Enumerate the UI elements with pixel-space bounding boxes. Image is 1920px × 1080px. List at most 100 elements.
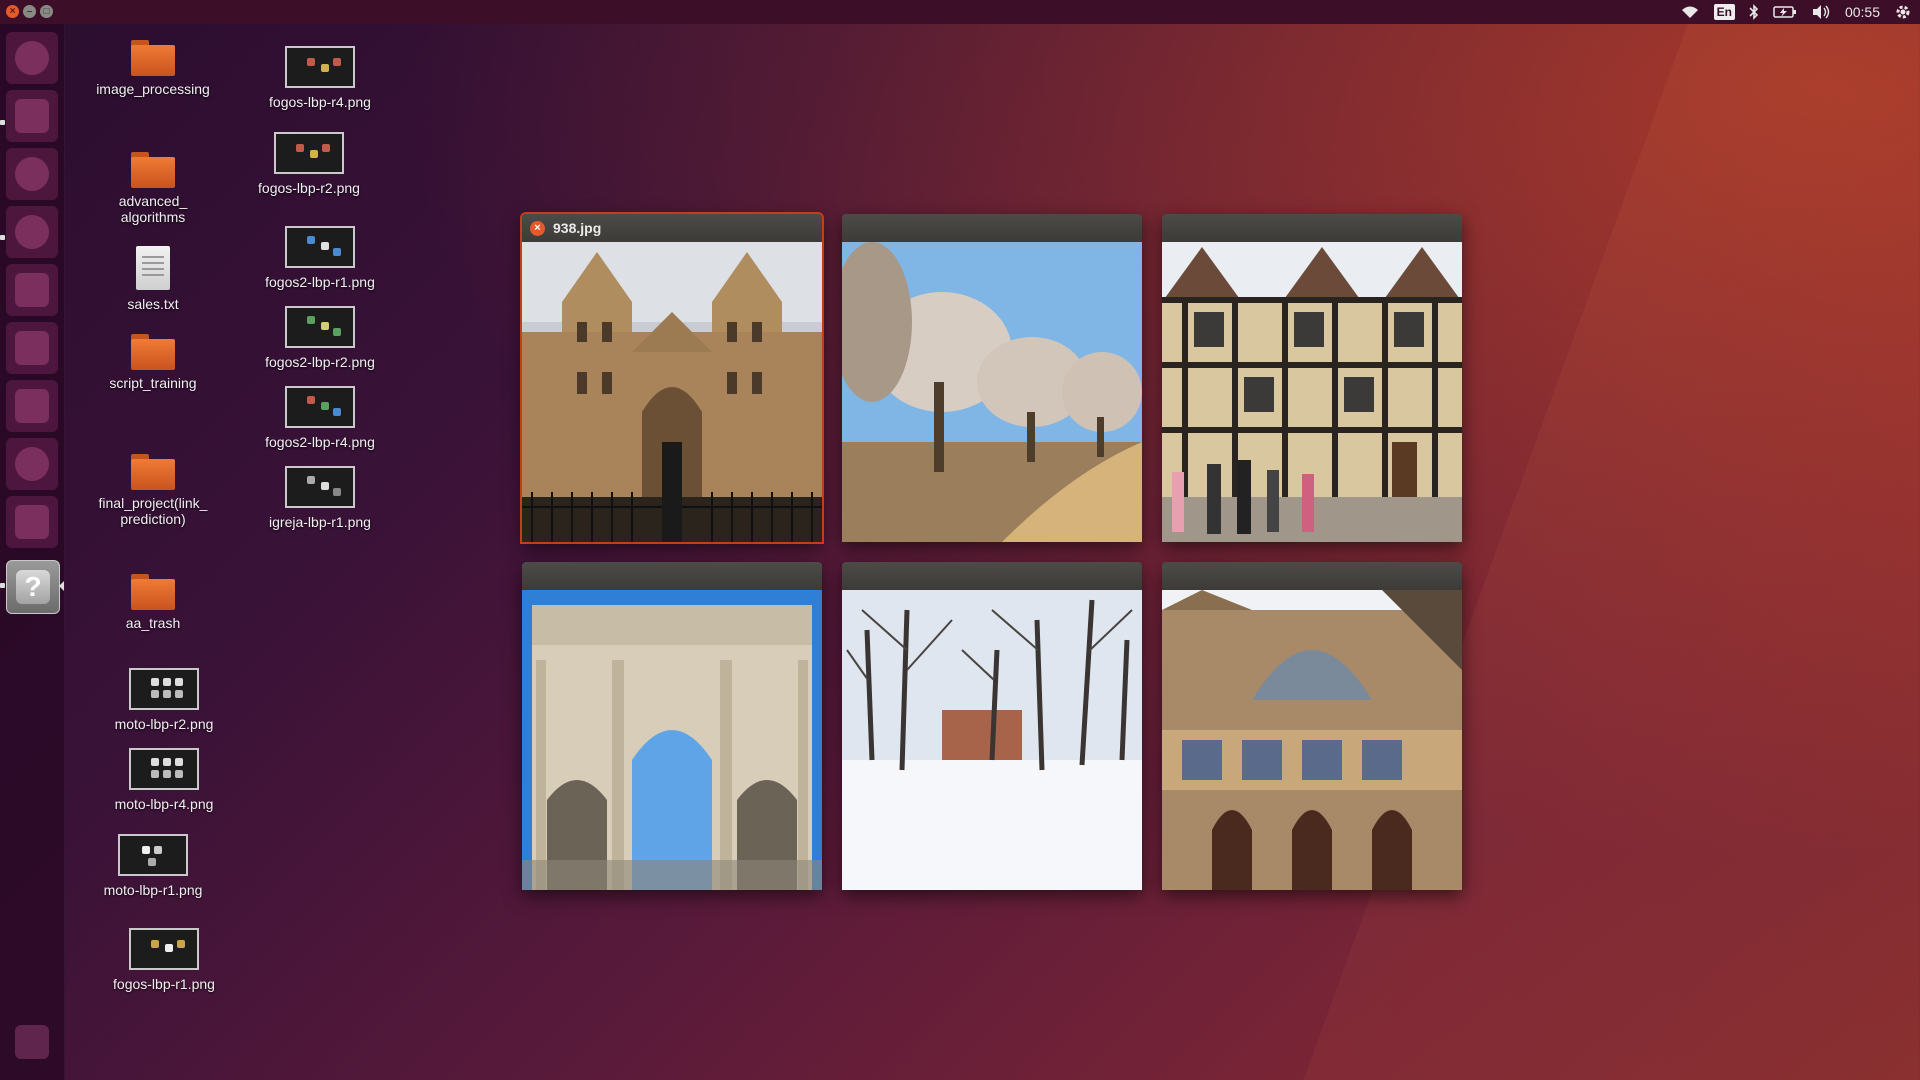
firefox-icon <box>15 215 49 249</box>
launcher-software-updater[interactable] <box>6 496 58 548</box>
launcher-trash[interactable] <box>6 1016 58 1068</box>
minimize-window-button[interactable]: – <box>23 5 36 18</box>
launcher-chromium[interactable] <box>6 148 58 200</box>
desktop-image-fogos-lbp-r1[interactable]: fogos-lbp-r1.png <box>89 928 239 992</box>
launcher-dash-home[interactable] <box>6 32 58 84</box>
clock[interactable]: 00:55 <box>1845 4 1880 20</box>
desktop-image-moto-lbp-r1[interactable]: moto-lbp-r1.png <box>78 834 228 898</box>
launcher-focus-arrow <box>59 581 64 591</box>
desktop-image-fogos2-lbp-r2[interactable]: fogos2-lbp-r2.png <box>245 306 395 370</box>
gear-icon <box>15 447 49 481</box>
image-thumbnail-icon <box>129 748 199 790</box>
image-thumbnail-icon <box>118 834 188 876</box>
launcher-running-pip <box>0 120 5 125</box>
battery-icon[interactable] <box>1773 5 1797 19</box>
top-panel: × – □ En 00:55 <box>0 0 1920 24</box>
window-titlebar <box>842 562 1142 590</box>
desktop-folder-advanced-algorithms[interactable]: advanced_ algorithms <box>78 152 228 225</box>
image-thumbnail-icon <box>285 306 355 348</box>
desktop-file-sales-txt[interactable]: sales.txt <box>78 246 228 312</box>
desktop-item-label: igreja-lbp-r1.png <box>269 514 371 530</box>
window-image-frosted-trees-desert <box>842 242 1142 542</box>
sublime-text-icon <box>15 273 49 307</box>
chromium-icon <box>15 157 49 191</box>
desktop-image-igreja-lbp-r1[interactable]: igreja-lbp-r1.png <box>245 466 395 530</box>
folder-icon <box>131 152 175 188</box>
desktop-item-label: moto-lbp-r1.png <box>103 882 203 898</box>
folder-icon <box>131 334 175 370</box>
window-image-tudor-house <box>1162 242 1462 542</box>
desktop-folder-image-processing[interactable]: image_processing <box>78 40 228 97</box>
window-titlebar <box>842 214 1142 242</box>
launcher-firefox[interactable] <box>6 206 58 258</box>
text-file-icon <box>136 246 170 290</box>
window-title: 938.jpg <box>553 220 602 236</box>
image-thumbnail-icon <box>129 668 199 710</box>
launcher-impress[interactable] <box>6 380 58 432</box>
desktop-item-label: fogos2-lbp-r2.png <box>265 354 375 370</box>
desktop-item-label: fogos2-lbp-r4.png <box>265 434 375 450</box>
spread-window-4[interactable] <box>522 562 822 890</box>
download-arrow-icon <box>15 505 49 539</box>
files-icon <box>15 99 49 133</box>
image-thumbnail-icon <box>285 46 355 88</box>
launcher: ? <box>0 24 65 1080</box>
spread-window-3[interactable] <box>1162 214 1462 542</box>
folder-icon <box>131 40 175 76</box>
spread-window-5[interactable] <box>842 562 1142 890</box>
spread-window-6[interactable] <box>1162 562 1462 890</box>
folder-icon <box>131 574 175 610</box>
desktop-folder-final-project[interactable]: final_project(link_ prediction) <box>78 454 228 527</box>
trash-icon <box>15 1025 49 1059</box>
folder-icon <box>131 454 175 490</box>
keyboard-layout-indicator[interactable]: En <box>1713 4 1735 20</box>
image-thumbnail-icon <box>274 132 344 174</box>
launcher-writer[interactable] <box>6 322 58 374</box>
desktop-item-label: fogos2-lbp-r1.png <box>265 274 375 290</box>
desktop-item-label: aa_trash <box>125 615 181 631</box>
desktop-folder-script-training[interactable]: script_training <box>78 334 228 391</box>
desktop-image-fogos2-lbp-r4[interactable]: fogos2-lbp-r4.png <box>245 386 395 450</box>
desktop-image-moto-lbp-r2[interactable]: moto-lbp-r2.png <box>89 668 239 732</box>
launcher-running-pip <box>0 235 5 240</box>
launcher-files[interactable] <box>6 90 58 142</box>
close-icon[interactable]: × <box>530 220 545 236</box>
launcher-system-settings[interactable] <box>6 438 58 490</box>
ubuntu-logo-icon <box>15 41 49 75</box>
spread-window-938-jpg[interactable]: × 938.jpg <box>522 214 822 542</box>
desktop-item-label: fogos-lbp-r2.png <box>258 180 360 196</box>
maximize-window-button[interactable]: □ <box>40 5 53 18</box>
close-window-button[interactable]: × <box>6 5 19 18</box>
desktop-image-fogos-lbp-r4[interactable]: fogos-lbp-r4.png <box>245 46 395 110</box>
session-gear-icon[interactable] <box>1894 3 1912 21</box>
window-titlebar: × 938.jpg <box>522 214 822 242</box>
desktop-folder-aa-trash[interactable]: aa_trash <box>78 574 228 631</box>
window-image-triumphal-arch <box>522 590 822 890</box>
launcher-running-pip <box>0 583 5 588</box>
desktop-item-label: moto-lbp-r2.png <box>114 716 214 732</box>
writer-icon <box>15 331 49 365</box>
window-image-cathedral-towers <box>522 242 822 542</box>
launcher-sublime-text[interactable] <box>6 264 58 316</box>
impress-icon <box>15 389 49 423</box>
window-titlebar <box>1162 214 1462 242</box>
wifi-icon[interactable] <box>1680 5 1700 19</box>
desktop-item-label: moto-lbp-r4.png <box>114 796 214 812</box>
desktop-item-label: advanced_ algorithms <box>118 193 188 225</box>
desktop-item-label: script_training <box>109 375 197 391</box>
launcher-help[interactable]: ? <box>6 560 60 614</box>
desktop-image-fogos2-lbp-r1[interactable]: fogos2-lbp-r1.png <box>245 226 395 290</box>
window-titlebar <box>1162 562 1462 590</box>
bluetooth-icon[interactable] <box>1749 4 1759 20</box>
indicator-area: En 00:55 <box>1680 0 1912 24</box>
image-thumbnail-icon <box>129 928 199 970</box>
desktop-item-label: image_processing <box>96 81 210 97</box>
desktop-image-fogos-lbp-r2[interactable]: fogos-lbp-r2.png <box>234 132 384 196</box>
image-thumbnail-icon <box>285 466 355 508</box>
desktop-item-label: sales.txt <box>127 296 179 312</box>
volume-icon[interactable] <box>1811 4 1831 20</box>
desktop-image-moto-lbp-r4[interactable]: moto-lbp-r4.png <box>89 748 239 812</box>
desktop-item-label: final_project(link_ prediction) <box>98 495 208 527</box>
desktop-item-label: fogos-lbp-r4.png <box>269 94 371 110</box>
spread-window-2[interactable] <box>842 214 1142 542</box>
